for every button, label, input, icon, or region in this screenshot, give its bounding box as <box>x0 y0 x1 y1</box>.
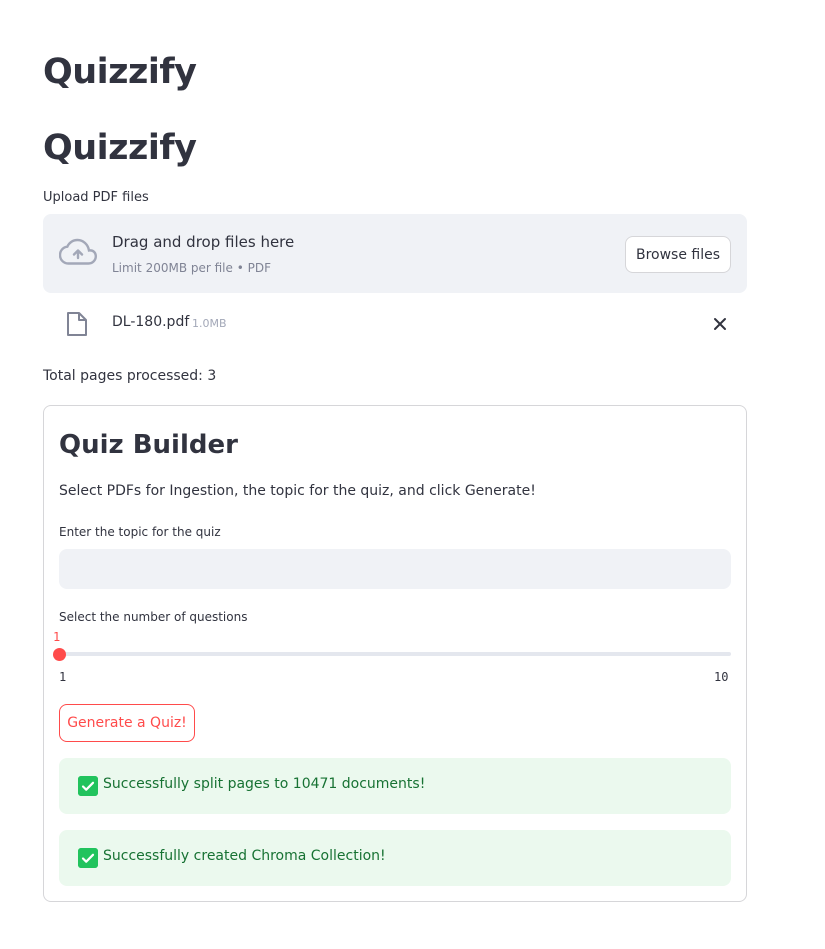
file-size: 1.0MB <box>192 317 227 330</box>
file-name: DL-180.pdf <box>112 314 190 330</box>
topic-label: Enter the topic for the quiz <box>59 525 221 539</box>
uploaded-file-row: DL-180.pdf 1.0MB <box>43 305 747 345</box>
browse-files-button[interactable]: Browse files <box>625 236 731 273</box>
check-icon <box>78 776 98 796</box>
dropzone-title: Drag and drop files here <box>112 233 295 251</box>
dropzone-hint: Limit 200MB per file • PDF <box>112 261 271 275</box>
quiz-builder-description: Select PDFs for Ingestion, the topic for… <box>59 483 536 499</box>
slider-min-label: 1 <box>59 670 67 684</box>
success-message: Successfully created Chroma Collection! <box>103 848 386 864</box>
page-subtitle: Quizzify <box>43 128 197 168</box>
questions-label: Select the number of questions <box>59 610 248 624</box>
generate-quiz-button[interactable]: Generate a Quiz! <box>59 704 195 742</box>
quiz-builder-card: Quiz Builder Select PDFs for Ingestion, … <box>43 405 747 902</box>
page-title: Quizzify <box>43 52 197 92</box>
upload-label: Upload PDF files <box>43 190 149 205</box>
close-icon[interactable] <box>711 315 729 333</box>
file-icon <box>67 312 87 336</box>
slider-thumb[interactable] <box>53 648 66 661</box>
topic-input[interactable] <box>59 549 731 589</box>
check-icon <box>78 848 98 868</box>
pages-processed-text: Total pages processed: 3 <box>43 368 217 384</box>
success-message: Successfully split pages to 10471 docume… <box>103 776 426 792</box>
cloud-upload-icon <box>59 238 97 265</box>
slider-max-label: 10 <box>714 670 729 684</box>
slider-track[interactable] <box>59 652 731 656</box>
file-dropzone[interactable]: Drag and drop files here Limit 200MB per… <box>43 214 747 293</box>
quiz-builder-title: Quiz Builder <box>59 430 238 460</box>
slider-value: 1 <box>53 630 61 644</box>
success-alert: Successfully split pages to 10471 docume… <box>59 758 731 814</box>
success-alert: Successfully created Chroma Collection! <box>59 830 731 886</box>
